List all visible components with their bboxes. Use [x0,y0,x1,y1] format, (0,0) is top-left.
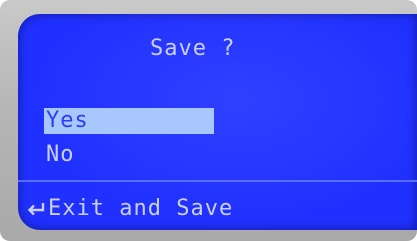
option-yes-label: Yes [46,108,89,133]
dialog-title: Save ? [150,36,236,61]
exit-and-save-action[interactable]: Exit and Save [26,198,233,220]
option-no[interactable]: No [44,142,75,168]
enter-return-icon [26,199,46,219]
lcd-screen: Save ? Yes No Exit and Save [18,14,417,230]
option-yes[interactable]: Yes [44,108,214,134]
footer-label: Exit and Save [48,196,234,221]
device-bezel: Save ? Yes No Exit and Save [0,0,417,241]
footer-divider [18,180,417,182]
option-no-label: No [46,142,75,167]
